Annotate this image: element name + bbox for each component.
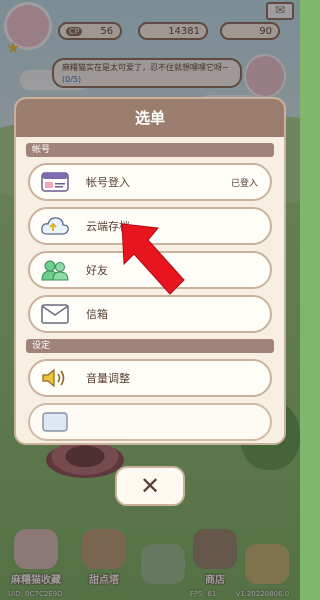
mailbox-button[interactable]: 信箱 (28, 295, 272, 333)
section-account: 帐号 (26, 143, 274, 157)
tutorial-arrow-icon (121, 223, 185, 295)
id-card-icon (40, 169, 70, 195)
section-settings: 设定 (26, 339, 274, 353)
friends-icon (40, 257, 70, 283)
mail-icon (40, 301, 70, 327)
login-status: 已登入 (230, 178, 258, 189)
account-login-label: 帐号登入 (86, 176, 130, 189)
cloud-save-icon (40, 213, 70, 239)
mailbox-label: 信箱 (86, 308, 108, 321)
volume-label: 音量调整 (86, 372, 130, 385)
volume-settings-button[interactable]: 音量调整 (28, 359, 272, 397)
account-login-button[interactable]: 帐号登入 已登入 (28, 163, 272, 201)
close-button[interactable]: ✕ (115, 466, 185, 506)
language-icon (40, 409, 70, 435)
menu-title: 选单 (16, 99, 284, 137)
speaker-icon (40, 365, 70, 391)
language-settings-button[interactable] (28, 403, 272, 441)
